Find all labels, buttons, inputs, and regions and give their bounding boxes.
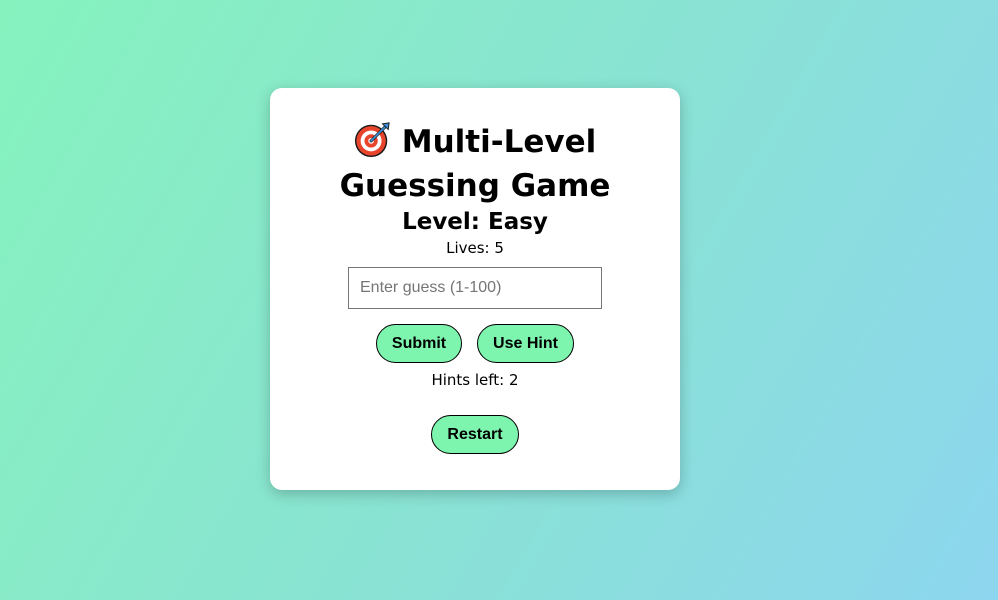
game-title: Multi-Level Guessing Game: [270, 120, 680, 208]
target-dart-icon: [354, 122, 390, 158]
game-card: Multi-Level Guessing Game Level: Easy Li…: [270, 88, 680, 490]
use-hint-button[interactable]: Use Hint: [477, 324, 574, 363]
title-text-line-1: Multi-Level: [401, 124, 597, 160]
lives-counter: Lives: 5: [446, 239, 504, 257]
title-text-line-2: Guessing Game: [339, 168, 611, 204]
hints-left-counter: Hints left: 2: [431, 371, 519, 389]
title-line-1: Multi-Level: [270, 120, 680, 164]
submit-button[interactable]: Submit: [376, 324, 462, 363]
restart-button[interactable]: Restart: [431, 415, 519, 454]
level-label: Level: Easy: [402, 209, 548, 235]
guess-input[interactable]: [348, 267, 602, 309]
